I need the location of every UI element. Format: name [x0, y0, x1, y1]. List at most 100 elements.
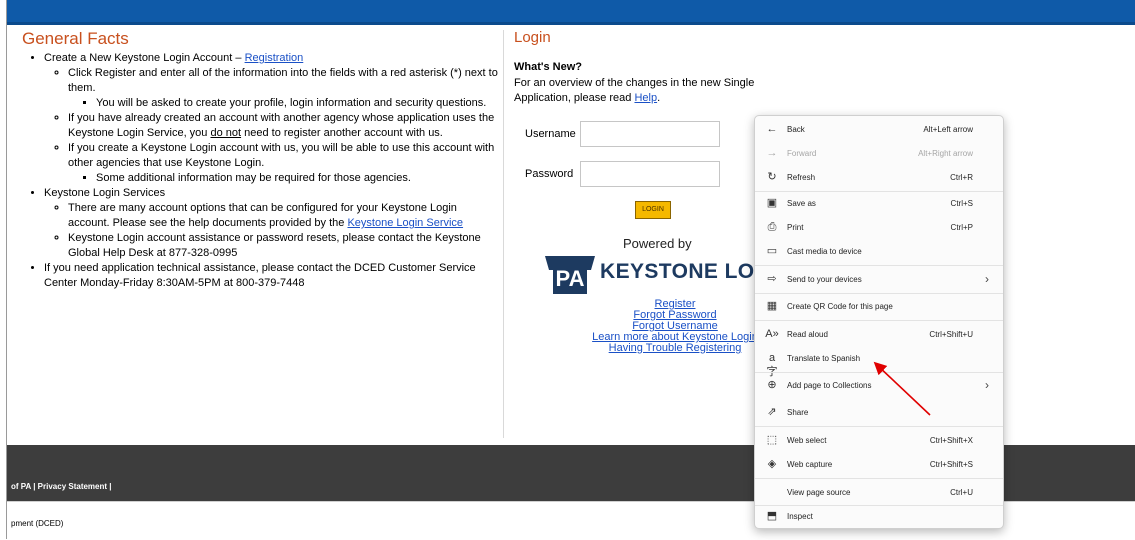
- menu-item-label: Refresh: [787, 173, 816, 182]
- menu-separator: [755, 320, 1003, 321]
- list-item: Create a New Keystone Login Account – Re…: [44, 51, 500, 186]
- keystone-logo-icon: PA: [545, 256, 595, 294]
- inspect-icon: ⬒: [766, 510, 778, 522]
- chevron-right-icon: ›: [985, 272, 989, 286]
- menu-item-forward[interactable]: → Forward Alt+Right arrow: [755, 144, 1003, 164]
- menu-item-shortcut: Ctrl+Shift+S: [929, 460, 973, 469]
- list-item-text: You will be asked to create your profile…: [96, 97, 487, 109]
- chevron-right-icon: ›: [985, 378, 989, 392]
- menu-item-label: Create QR Code for this page: [787, 302, 893, 311]
- cast-icon: ▭: [766, 245, 778, 257]
- menu-item-back[interactable]: ← Back Alt+Left arrow: [755, 120, 1003, 140]
- menu-item-label: Print: [787, 223, 804, 232]
- menu-item-label: Read aloud: [787, 330, 828, 339]
- forward-arrow-icon: →: [766, 147, 778, 159]
- list-item: Keystone Login account assistance or pas…: [68, 231, 500, 261]
- menu-separator: [755, 372, 1003, 373]
- username-label: Username: [525, 128, 576, 140]
- list-item: If you need application technical assist…: [44, 261, 500, 291]
- menu-item-label: Forward: [787, 149, 817, 158]
- menu-item-print[interactable]: ⎙ Print Ctrl+P: [755, 218, 1003, 238]
- menu-item-inspect[interactable]: ⬒ Inspect: [755, 507, 1003, 527]
- trouble-registering-link[interactable]: Having Trouble Registering: [609, 342, 742, 354]
- top-banner: [7, 0, 1135, 25]
- menu-item-label: Inspect: [787, 512, 813, 521]
- registration-link[interactable]: Registration: [245, 52, 304, 64]
- back-arrow-icon: ←: [766, 123, 778, 135]
- whats-new-text: For an overview of the changes in the ne…: [514, 76, 804, 106]
- read-aloud-icon: A»: [765, 328, 779, 340]
- help-link[interactable]: Help: [634, 92, 657, 104]
- menu-separator: [755, 293, 1003, 294]
- menu-item-share[interactable]: ⇗ Share: [755, 403, 1003, 423]
- list-item: Click Register and enter all of the info…: [68, 66, 500, 111]
- list-item: You will be asked to create your profile…: [96, 96, 500, 111]
- menu-item-shortcut: Alt+Right arrow: [918, 149, 973, 158]
- list-item-text: If you need application technical assist…: [44, 262, 476, 289]
- menu-item-send-to-devices[interactable]: ⇨ Send to your devices ›: [755, 270, 1003, 290]
- translate-icon: a字: [766, 352, 778, 378]
- menu-item-add-to-collections[interactable]: ⊕ Add page to Collections ›: [755, 376, 1003, 396]
- list-item-text: Create a New Keystone Login Account –: [44, 52, 245, 64]
- menu-item-cast[interactable]: ▭ Cast media to device: [755, 242, 1003, 262]
- list-item: Keystone Login Services There are many a…: [44, 186, 500, 261]
- password-input[interactable]: [580, 161, 720, 187]
- menu-separator: [755, 505, 1003, 506]
- menu-item-label: Translate to Spanish: [787, 354, 861, 363]
- list-item: If you have already created an account w…: [68, 111, 500, 141]
- menu-item-save-as[interactable]: ▣ Save as Ctrl+S: [755, 194, 1003, 214]
- context-menu: ← Back Alt+Left arrow → Forward Alt+Righ…: [754, 115, 1004, 529]
- menu-item-web-select[interactable]: ⬚ Web select Ctrl+Shift+X: [755, 431, 1003, 451]
- login-title: Login: [514, 29, 551, 46]
- menu-item-label: Share: [787, 408, 809, 417]
- menu-item-shortcut: Ctrl+Shift+U: [929, 330, 973, 339]
- password-label: Password: [525, 168, 574, 180]
- menu-item-label: Save as: [787, 199, 816, 208]
- menu-item-web-capture[interactable]: ◈ Web capture Ctrl+Shift+S: [755, 455, 1003, 475]
- list-item-text: need to register another account with us…: [241, 127, 443, 139]
- menu-item-shortcut: Ctrl+R: [950, 173, 973, 182]
- menu-item-translate[interactable]: a字 Translate to Spanish: [755, 349, 1003, 378]
- menu-item-label: Cast media to device: [787, 247, 862, 256]
- whats-new-heading: What's New?: [514, 61, 583, 73]
- menu-item-label: View page source: [787, 488, 851, 497]
- login-links: Register Forgot Password Forgot Username…: [570, 299, 780, 354]
- menu-item-shortcut: Ctrl+P: [950, 223, 973, 232]
- menu-item-refresh[interactable]: ↻ Refresh Ctrl+R: [755, 168, 1003, 188]
- menu-item-label: Web select: [787, 436, 827, 445]
- list-item: If you create a Keystone Login account w…: [68, 141, 500, 186]
- menu-item-label: Back: [787, 125, 805, 134]
- web-select-icon: ⬚: [766, 434, 778, 446]
- general-facts-title: General Facts: [22, 29, 129, 48]
- save-icon: ▣: [766, 197, 778, 209]
- qr-code-icon: ▦: [766, 300, 778, 312]
- logo-pa-text: PA: [556, 266, 585, 291]
- print-icon: ⎙: [767, 221, 777, 233]
- list-item-text: Click Register and enter all of the info…: [68, 67, 498, 94]
- footer-agency-text: pment (DCED): [11, 519, 64, 528]
- menu-item-label: Add page to Collections: [787, 381, 872, 390]
- menu-item-qr-code[interactable]: ▦ Create QR Code for this page: [755, 297, 1003, 317]
- powered-by-text: Powered by: [623, 236, 692, 251]
- menu-item-read-aloud[interactable]: A» Read aloud Ctrl+Shift+U: [755, 325, 1003, 345]
- list-item-text: Some additional information may be requi…: [96, 172, 411, 184]
- menu-item-shortcut: Ctrl+U: [950, 488, 973, 497]
- list-item: There are many account options that can …: [68, 201, 500, 231]
- whats-new-period: .: [657, 92, 661, 104]
- menu-separator: [755, 265, 1003, 266]
- web-capture-icon: ◈: [767, 458, 777, 470]
- list-item-text: Keystone Login account assistance or pas…: [68, 232, 481, 259]
- share-icon: ⇗: [767, 406, 777, 418]
- username-input[interactable]: [580, 121, 720, 147]
- menu-item-label: Send to your devices: [787, 275, 862, 284]
- menu-item-label: Web capture: [787, 460, 833, 469]
- login-button[interactable]: LOGIN: [635, 201, 671, 219]
- emphasis-text: do not: [210, 127, 242, 139]
- menu-separator: [755, 478, 1003, 479]
- menu-item-view-source[interactable]: View page source Ctrl+U: [755, 483, 1003, 503]
- keystone-login-service-link[interactable]: Keystone Login Service: [347, 217, 463, 229]
- menu-item-shortcut: Ctrl+S: [950, 199, 973, 208]
- menu-separator: [755, 191, 1003, 192]
- footer-links-text[interactable]: of PA | Privacy Statement |: [11, 482, 112, 491]
- send-devices-icon: ⇨: [767, 273, 777, 285]
